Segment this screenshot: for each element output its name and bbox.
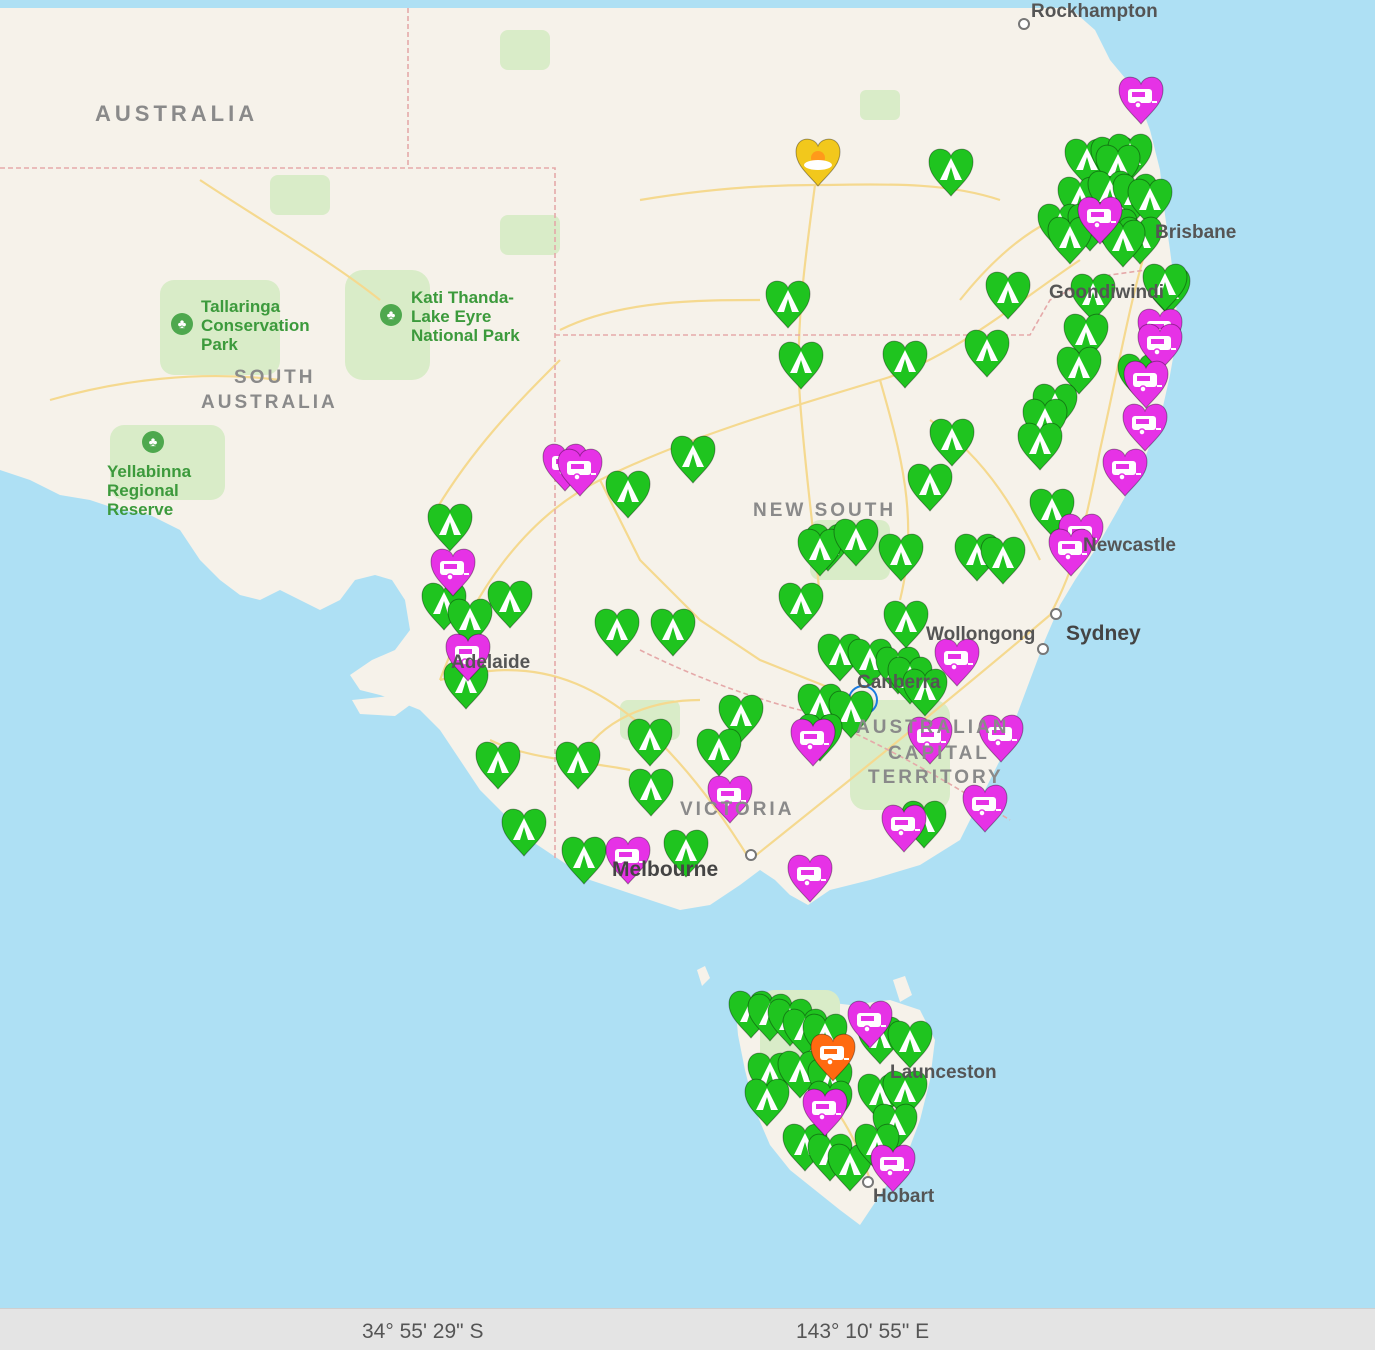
park-icon: ♣ (142, 431, 164, 453)
label-sydney[interactable]: Sydney (1066, 623, 1141, 644)
city-dot (1018, 18, 1030, 30)
label-act-1: AUSTRALIAN (856, 717, 1010, 738)
label-australia: AUSTRALIA (95, 101, 259, 126)
park-icon: ♣ (171, 313, 193, 335)
label-yellabinna: Yellabinna Regional Reserve (107, 462, 192, 519)
label-rockhampton[interactable]: Rockhampton (1031, 2, 1158, 21)
label-kati-thanda: Kati Thanda- Lake Eyre National Park (411, 288, 520, 345)
city-dot (1050, 608, 1062, 620)
label-newcastle[interactable]: Newcastle (1083, 536, 1176, 555)
label-goondiwindi[interactable]: Goondiwindi (1049, 283, 1164, 302)
label-melbourne[interactable]: Melbourne (612, 859, 718, 880)
city-dot (1037, 643, 1049, 655)
label-act-3: TERRITORY (868, 767, 1004, 788)
map-canvas[interactable] (0, 0, 1375, 1308)
label-south-australia-1: SOUTH (234, 367, 316, 388)
label-wollongong[interactable]: Wollongong (926, 625, 1035, 644)
coordinate-status-bar: 34° 55' 29" S 143° 10' 55" E (0, 1308, 1375, 1350)
label-act-2: CAPITAL (888, 743, 990, 764)
park-icon: ♣ (380, 304, 402, 326)
latitude-readout: 34° 55' 29" S (362, 1320, 484, 1343)
label-hobart[interactable]: Hobart (873, 1187, 934, 1206)
label-tallaringa: Tallaringa Conservation Park (201, 297, 310, 354)
label-canberra[interactable]: Canberra (857, 673, 940, 692)
label-brisbane[interactable]: Brisbane (1155, 223, 1236, 242)
label-south-australia-2: AUSTRALIA (201, 392, 338, 413)
longitude-readout: 143° 10' 55" E (796, 1320, 930, 1343)
label-new-south: NEW SOUTH (753, 500, 897, 521)
city-dot (745, 849, 757, 861)
label-victoria: VICTORIA (680, 799, 795, 820)
label-adelaide[interactable]: Adelaide (451, 653, 530, 672)
label-launceston[interactable]: Launceston (890, 1063, 997, 1082)
